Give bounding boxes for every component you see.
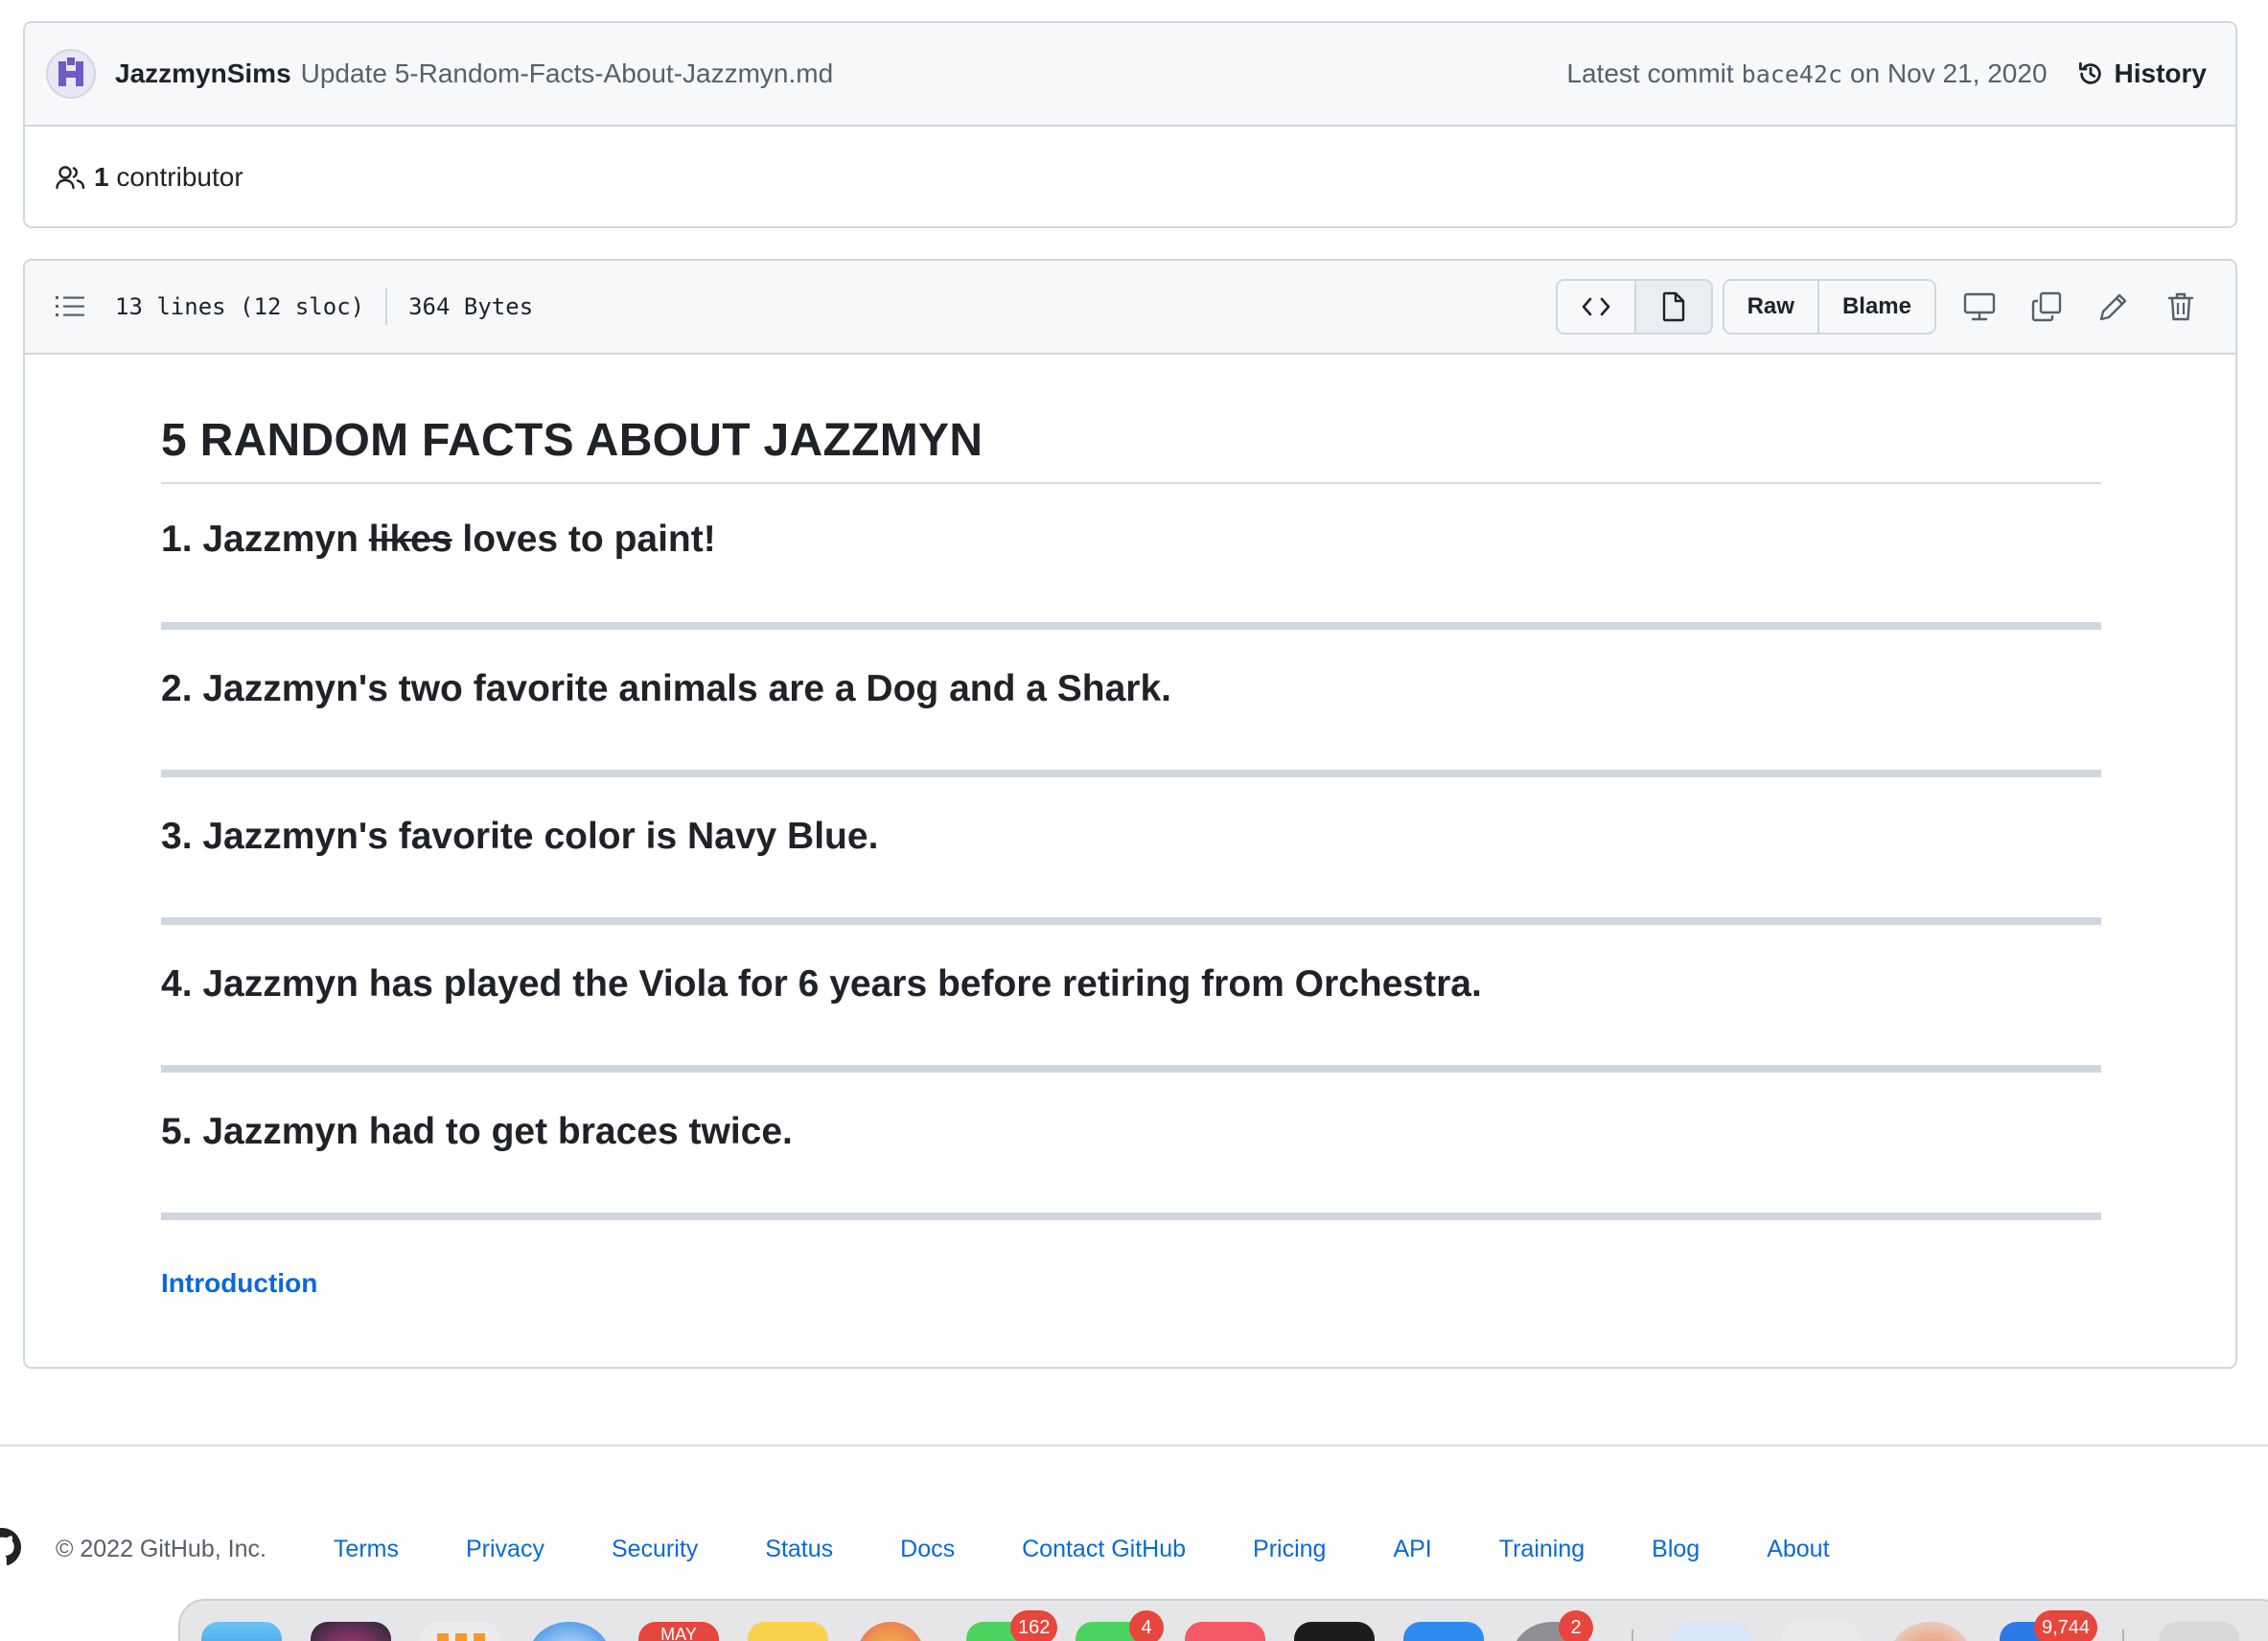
photos-icon[interactable] [857,1622,924,1641]
file-info: 13 lines (12 sloc) 364 Bytes [115,289,533,325]
file-size: 364 Bytes [408,293,534,320]
fact-5: 5. Jazzmyn had to get braces twice. [161,1073,2101,1220]
fact-3: 3. Jazzmyn's favorite color is Navy Blue… [161,777,2101,925]
blame-button[interactable]: Blame [1817,281,1934,333]
footer-link-pricing[interactable]: Pricing [1253,1536,1326,1563]
line-count: 13 lines (12 sloc) [115,293,365,320]
fact-1: 1. Jazzmyn likes loves to paint! [161,484,2101,630]
source-view-button[interactable] [1557,281,1634,333]
footer-link-blog[interactable]: Blog [1652,1536,1700,1563]
macos-dock: MAY 162 4 2 9,744 [178,1599,2268,1641]
commit-message[interactable]: Update 5-Random-Facts-About-Jazzmyn.md [301,58,834,89]
app-store-icon[interactable] [1403,1622,1484,1641]
markdown-body: 5 RANDOM FACTS ABOUT JAZZMYN 1. Jazzmyn … [25,414,2235,1299]
preview-icon[interactable] [1672,1622,1752,1641]
commit-box: JazzmynSims Update 5-Random-Facts-About-… [23,21,2237,228]
latest-commit-label: Latest commit [1566,58,1734,88]
raw-blame-group: Raw Blame [1722,279,1936,335]
contributor-label: contributor [116,162,243,192]
safari-icon[interactable] [529,1622,610,1641]
latest-commit-bar: JazzmynSims Update 5-Random-Facts-About-… [25,23,2235,127]
github-logo-icon[interactable] [0,1526,42,1572]
footer-link-security[interactable]: Security [612,1536,698,1563]
outline-list-icon[interactable] [54,293,86,320]
footer-link-terms[interactable]: Terms [334,1536,399,1563]
dock-separator-2 [2122,1629,2124,1641]
footer-link-training[interactable]: Training [1499,1536,1585,1563]
open-desktop-button[interactable] [1946,279,2013,335]
tv-icon[interactable] [1294,1622,1375,1641]
file-header: 13 lines (12 sloc) 364 Bytes Raw Blame [25,261,2235,355]
firefox-icon[interactable] [1890,1622,1971,1641]
footer-link-status[interactable]: Status [765,1536,833,1563]
facetime-badge: 4 [1129,1610,1164,1641]
downloads-stack-icon[interactable] [2159,1622,2239,1641]
introduction-link[interactable]: Introduction [161,1268,317,1299]
mail-badge: 9,744 [2034,1610,2098,1641]
footer-link-contact[interactable]: Contact GitHub [1022,1536,1186,1563]
footer-link-docs[interactable]: Docs [900,1536,955,1563]
notes-icon[interactable] [748,1622,828,1641]
copy-icon [2031,291,2062,322]
music-icon[interactable] [1185,1622,1265,1641]
footer: © 2022 GitHub, Inc. Terms Privacy Securi… [0,1520,2268,1578]
xcode-icon[interactable] [1781,1622,1862,1641]
footer-link-api[interactable]: API [1393,1536,1431,1563]
file-box: 13 lines (12 sloc) 364 Bytes Raw Blame 5… [23,259,2237,1369]
divider [385,289,388,325]
contributor-count: 1 [94,162,109,192]
file-icon [1662,291,1684,322]
launchpad-grid [437,1633,485,1641]
dock-separator [1632,1629,1633,1641]
pencil-icon [2099,293,2127,321]
calendar-icon[interactable]: MAY [638,1622,719,1641]
trash-icon [2167,292,2194,321]
page-title: 5 RANDOM FACTS ABOUT JAZZMYN [161,414,2101,484]
siri-icon[interactable] [311,1622,391,1641]
fact-1-prefix: 1. Jazzmyn [161,519,369,560]
finder-icon[interactable] [201,1622,282,1641]
fact-4: 4. Jazzmyn has played the Viola for 6 ye… [161,925,2101,1073]
edit-file-button[interactable] [2080,279,2147,335]
view-toggle [1555,279,1713,335]
commit-author[interactable]: JazzmynSims [115,58,291,89]
raw-button[interactable]: Raw [1724,281,1817,333]
rendered-view-button[interactable] [1633,281,1711,333]
calendar-month: MAY [638,1622,719,1641]
copyright: © 2022 GitHub, Inc. [56,1535,266,1562]
footer-divider [0,1445,2268,1446]
commit-sha[interactable]: bace42c [1742,60,1842,88]
people-icon [56,166,85,190]
fact-2: 2. Jazzmyn's two favorite animals are a … [161,630,2101,777]
messages-badge: 162 [1010,1610,1058,1641]
commit-meta: Latest commit bace42c on Nov 21, 2020 Hi… [1566,58,2207,89]
file-toolbar: Raw Blame [1555,279,2214,335]
desktop-icon [1963,292,1996,321]
contributors-row[interactable]: 1 contributor [25,127,2235,226]
system-preferences-badge: 2 [1559,1610,1593,1641]
footer-link-about[interactable]: About [1767,1536,1829,1563]
avatar[interactable] [46,49,96,99]
history-label: History [2114,58,2207,88]
delete-file-button[interactable] [2147,279,2214,335]
avatar-identicon-icon [58,58,83,86]
history-button[interactable]: History [2076,58,2207,89]
code-icon [1582,297,1609,316]
commit-date: on Nov 21, 2020 [1850,58,2048,88]
copy-raw-button[interactable] [2013,279,2080,335]
fact-1-strikethrough: likes [368,519,452,560]
history-icon [2078,62,2101,84]
fact-1-suffix: loves to paint! [451,519,716,560]
footer-link-privacy[interactable]: Privacy [466,1536,544,1563]
launchpad-icon[interactable] [420,1622,500,1641]
